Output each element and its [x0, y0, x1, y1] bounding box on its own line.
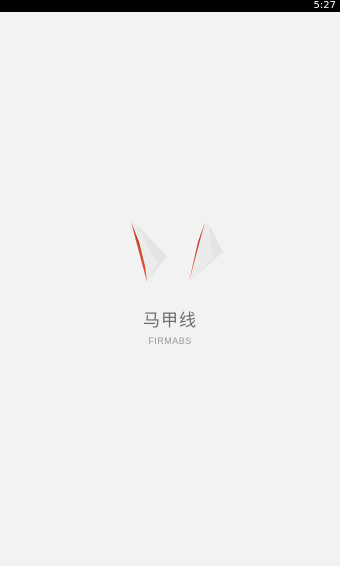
status-time: 5:27 — [313, 0, 336, 11]
splash-screen: 5:27 马甲线 FIRMABS — [0, 0, 340, 566]
app-name: 马甲线 — [143, 311, 197, 331]
fang-logo-icon — [125, 220, 225, 290]
status-bar: 5:27 — [0, 0, 340, 12]
app-subtitle: FIRMABS — [148, 336, 192, 346]
